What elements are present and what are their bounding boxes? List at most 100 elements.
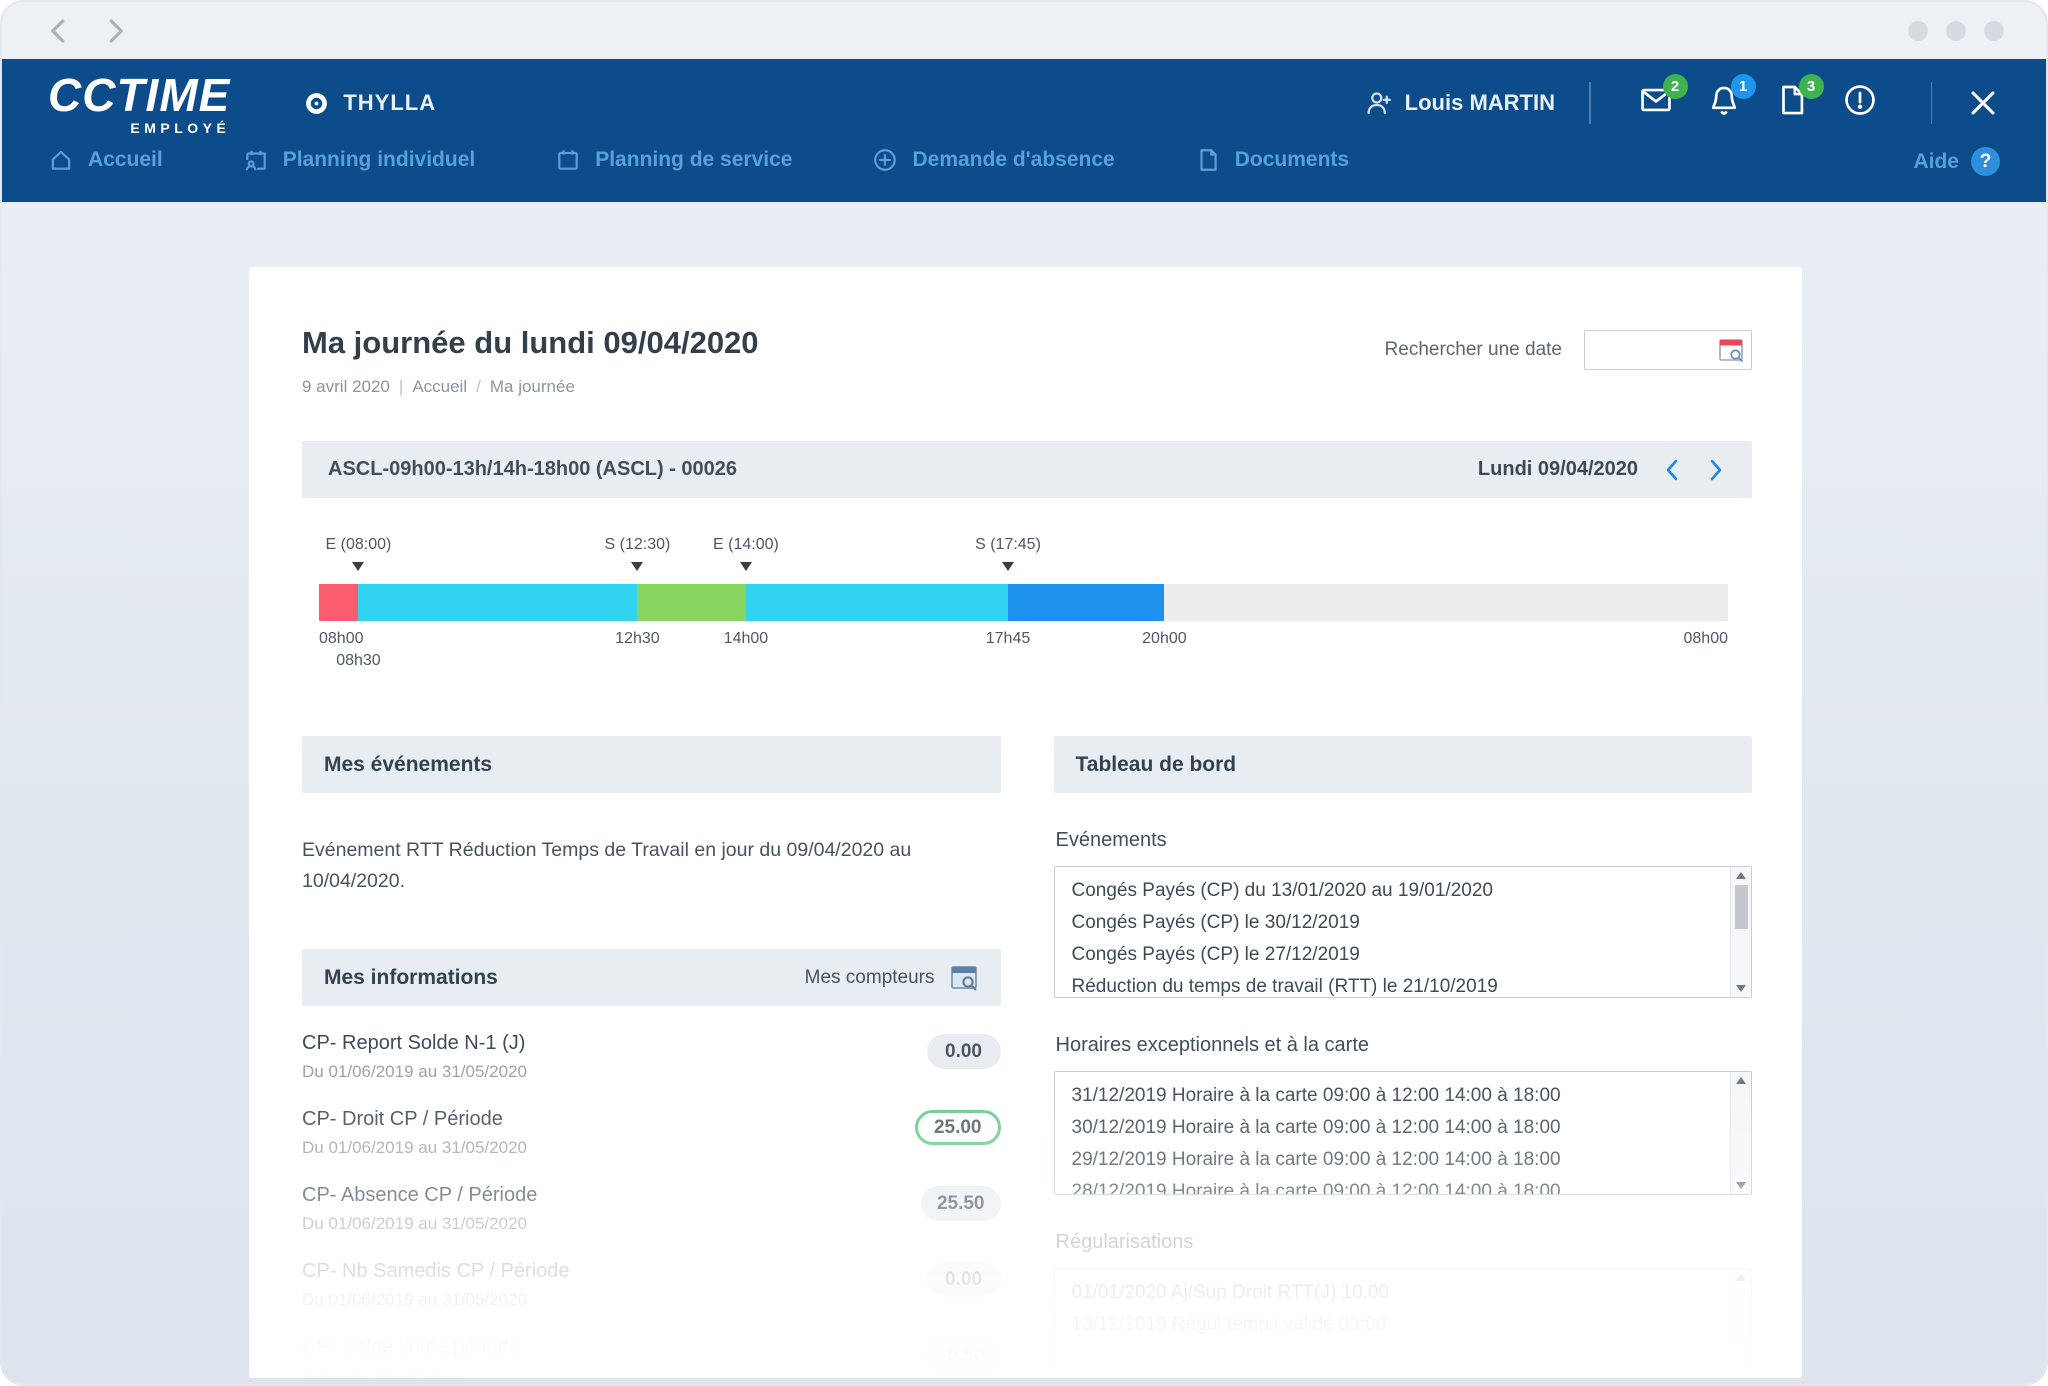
page-title: Ma journée du lundi 09/04/2020 <box>302 325 759 361</box>
info-title: CP- Droit CP / Période <box>302 1108 915 1131</box>
right-column: Tableau de bord Evénements Congés Payés … <box>1054 736 1753 1378</box>
plus-circle-icon <box>872 147 898 173</box>
timeline-segment-presence-afternoon <box>746 584 1008 621</box>
informations-list: CP- Report Solde N-1 (J) Du 01/06/2019 a… <box>302 1032 1001 1378</box>
previous-day-icon[interactable] <box>1662 458 1682 482</box>
list-row[interactable]: 30/12/2019 Horaire à la carte 09:00 à 12… <box>1055 1112 1731 1144</box>
home-icon <box>48 147 74 173</box>
help-label: Aide <box>1913 150 1959 174</box>
events-section-header: Mes événements <box>302 736 1001 793</box>
list-row[interactable]: 31/12/2019 Horaire à la carte 09:00 à 12… <box>1055 1080 1731 1112</box>
timeline-marker-label: E (14:00) <box>713 536 779 554</box>
next-day-icon[interactable] <box>1706 458 1726 482</box>
scrollbar[interactable] <box>1730 1269 1751 1378</box>
main-card: Ma journée du lundi 09/04/2020 9 avril 2… <box>249 267 1802 1378</box>
counters-window-icon <box>949 963 979 993</box>
timeline-tick: 20h00 <box>1142 630 1187 648</box>
nav-label: Accueil <box>88 148 163 172</box>
timeline-segment-presence-morning <box>358 584 637 621</box>
timeline-tick: 14h00 <box>724 630 769 648</box>
list-row[interactable]: 28/12/2019 Horaire à la carte 09:00 à 12… <box>1055 1176 1731 1194</box>
window-dot[interactable] <box>1908 21 1928 41</box>
alerts-button[interactable] <box>1843 83 1883 123</box>
info-title: CP- Absence CP / Période <box>302 1184 921 1207</box>
scroll-down-icon[interactable] <box>1736 985 1746 992</box>
breadcrumb-date: 9 avril 2020 <box>302 377 390 397</box>
list-row[interactable]: Réduction du temps de travail (RTT) le 2… <box>1055 971 1731 997</box>
shift-label: ASCL-09h00-13h/14h-18h00 (ASCL) - 00026 <box>328 458 737 481</box>
timeline-segment-off <box>1164 584 1728 621</box>
timeline-segment-pause <box>637 584 745 621</box>
nav-label: Planning de service <box>595 148 792 172</box>
nav-demande-absence[interactable]: Demande d'absence <box>872 147 1114 173</box>
notifications-button[interactable]: 1 <box>1707 83 1747 123</box>
cctime-logo: CCTIME EMPLOYÉ <box>48 72 230 135</box>
timeline-markers: E (08:00)S (12:30)E (14:00)S (17:45) <box>319 536 1728 584</box>
list-row[interactable]: 01/01/2020 Aj/Sup Droit RTT(J) 10.00 <box>1055 1277 1731 1309</box>
timeline-marker-arrow-icon <box>631 562 643 571</box>
events-section-title: Mes événements <box>324 753 492 777</box>
back-icon[interactable] <box>44 16 74 46</box>
forward-icon[interactable] <box>100 16 130 46</box>
scroll-up-icon[interactable] <box>1736 1274 1746 1281</box>
user-add-icon <box>1363 88 1393 118</box>
calendar-user-icon <box>243 147 269 173</box>
breadcrumb-home[interactable]: Accueil <box>412 377 467 397</box>
divider <box>1589 82 1591 124</box>
window-dot[interactable] <box>1946 21 1966 41</box>
window-controls <box>1908 21 2004 41</box>
info-title: CP- Report Solde N-1 (J) <box>302 1032 927 1055</box>
calendar-search-icon[interactable] <box>1718 337 1745 364</box>
list-row[interactable]: Congés Payés (CP) du 13/01/2020 au 19/01… <box>1055 875 1731 907</box>
search-date-label: Rechercher une date <box>1385 339 1562 361</box>
info-period: Du 01/06/2019 au 31/05/2020 <box>302 1214 921 1234</box>
main-nav: Accueil Planning individuel Planning de … <box>2 147 2046 202</box>
dashboard-regularisations-listbox: 01/01/2020 Aj/Sup Droit RTT(J) 10.0013/1… <box>1054 1268 1753 1378</box>
counters-label: Mes compteurs <box>805 967 935 989</box>
user-name: Louis MARTIN <box>1405 90 1555 116</box>
scroll-down-icon[interactable] <box>1736 1182 1746 1189</box>
nav-documents[interactable]: Documents <box>1195 147 1349 173</box>
nav-accueil[interactable]: Accueil <box>48 147 163 173</box>
dashboard-events-label: Evénements <box>1056 829 1753 852</box>
documents-button[interactable]: 3 <box>1775 83 1815 123</box>
nav-planning-service[interactable]: Planning de service <box>555 147 792 173</box>
timeline-tick: 08h30 <box>336 652 381 670</box>
list-row[interactable]: 13/12/2019 Régul temps validé 03:00 <box>1055 1309 1731 1341</box>
counters-link[interactable]: Mes compteurs <box>805 963 979 993</box>
informations-title: Mes informations <box>324 966 498 990</box>
alert-circle-icon <box>1843 83 1877 117</box>
dashboard-section-header: Tableau de bord <box>1054 736 1753 793</box>
help-button[interactable]: Aide ? <box>1913 147 2000 176</box>
timeline-tick: 12h30 <box>615 630 660 648</box>
info-period: Du 01/06/2019 au 31/05/2020 <box>302 1138 915 1158</box>
breadcrumb-current: Ma journée <box>490 377 575 397</box>
scroll-up-icon[interactable] <box>1736 872 1746 879</box>
scrollbar[interactable] <box>1730 1072 1751 1194</box>
browser-bar <box>2 2 2046 59</box>
close-icon[interactable] <box>1966 86 2000 120</box>
environment-label: THYLLA <box>343 90 436 116</box>
info-value: -0.50 <box>925 1338 1000 1373</box>
day-timeline: E (08:00)S (12:30)E (14:00)S (17:45) 08h… <box>319 536 1728 676</box>
scrollbar[interactable] <box>1730 867 1751 997</box>
divider <box>1931 82 1933 124</box>
list-row[interactable]: Congés Payés (CP) le 30/12/2019 <box>1055 907 1731 939</box>
logo-subtitle: EMPLOYÉ <box>130 121 230 135</box>
list-row[interactable]: Congés Payés (CP) le 27/12/2019 <box>1055 939 1731 971</box>
scrollbar-thumb[interactable] <box>1735 885 1748 929</box>
timeline-tick: 17h45 <box>986 630 1031 648</box>
dashboard-events-listbox: Congés Payés (CP) du 13/01/2020 au 19/01… <box>1054 866 1753 998</box>
timeline-tick: 08h00 <box>319 630 364 648</box>
informations-section-header: Mes informations Mes compteurs <box>302 949 1001 1006</box>
scroll-up-icon[interactable] <box>1736 1077 1746 1084</box>
info-title: CP- Nb Samedis CP / Période <box>302 1260 927 1283</box>
info-item: CP- Absence CP / Période Du 01/06/2019 a… <box>302 1184 1001 1234</box>
list-row[interactable]: 29/12/2019 Horaire à la carte 09:00 à 12… <box>1055 1144 1731 1176</box>
user-menu[interactable]: Louis MARTIN <box>1363 88 1555 118</box>
messages-badge: 2 <box>1663 74 1688 99</box>
timeline-marker-arrow-icon <box>352 562 364 571</box>
messages-button[interactable]: 2 <box>1639 83 1679 123</box>
window-dot[interactable] <box>1984 21 2004 41</box>
nav-planning-individuel[interactable]: Planning individuel <box>243 147 476 173</box>
